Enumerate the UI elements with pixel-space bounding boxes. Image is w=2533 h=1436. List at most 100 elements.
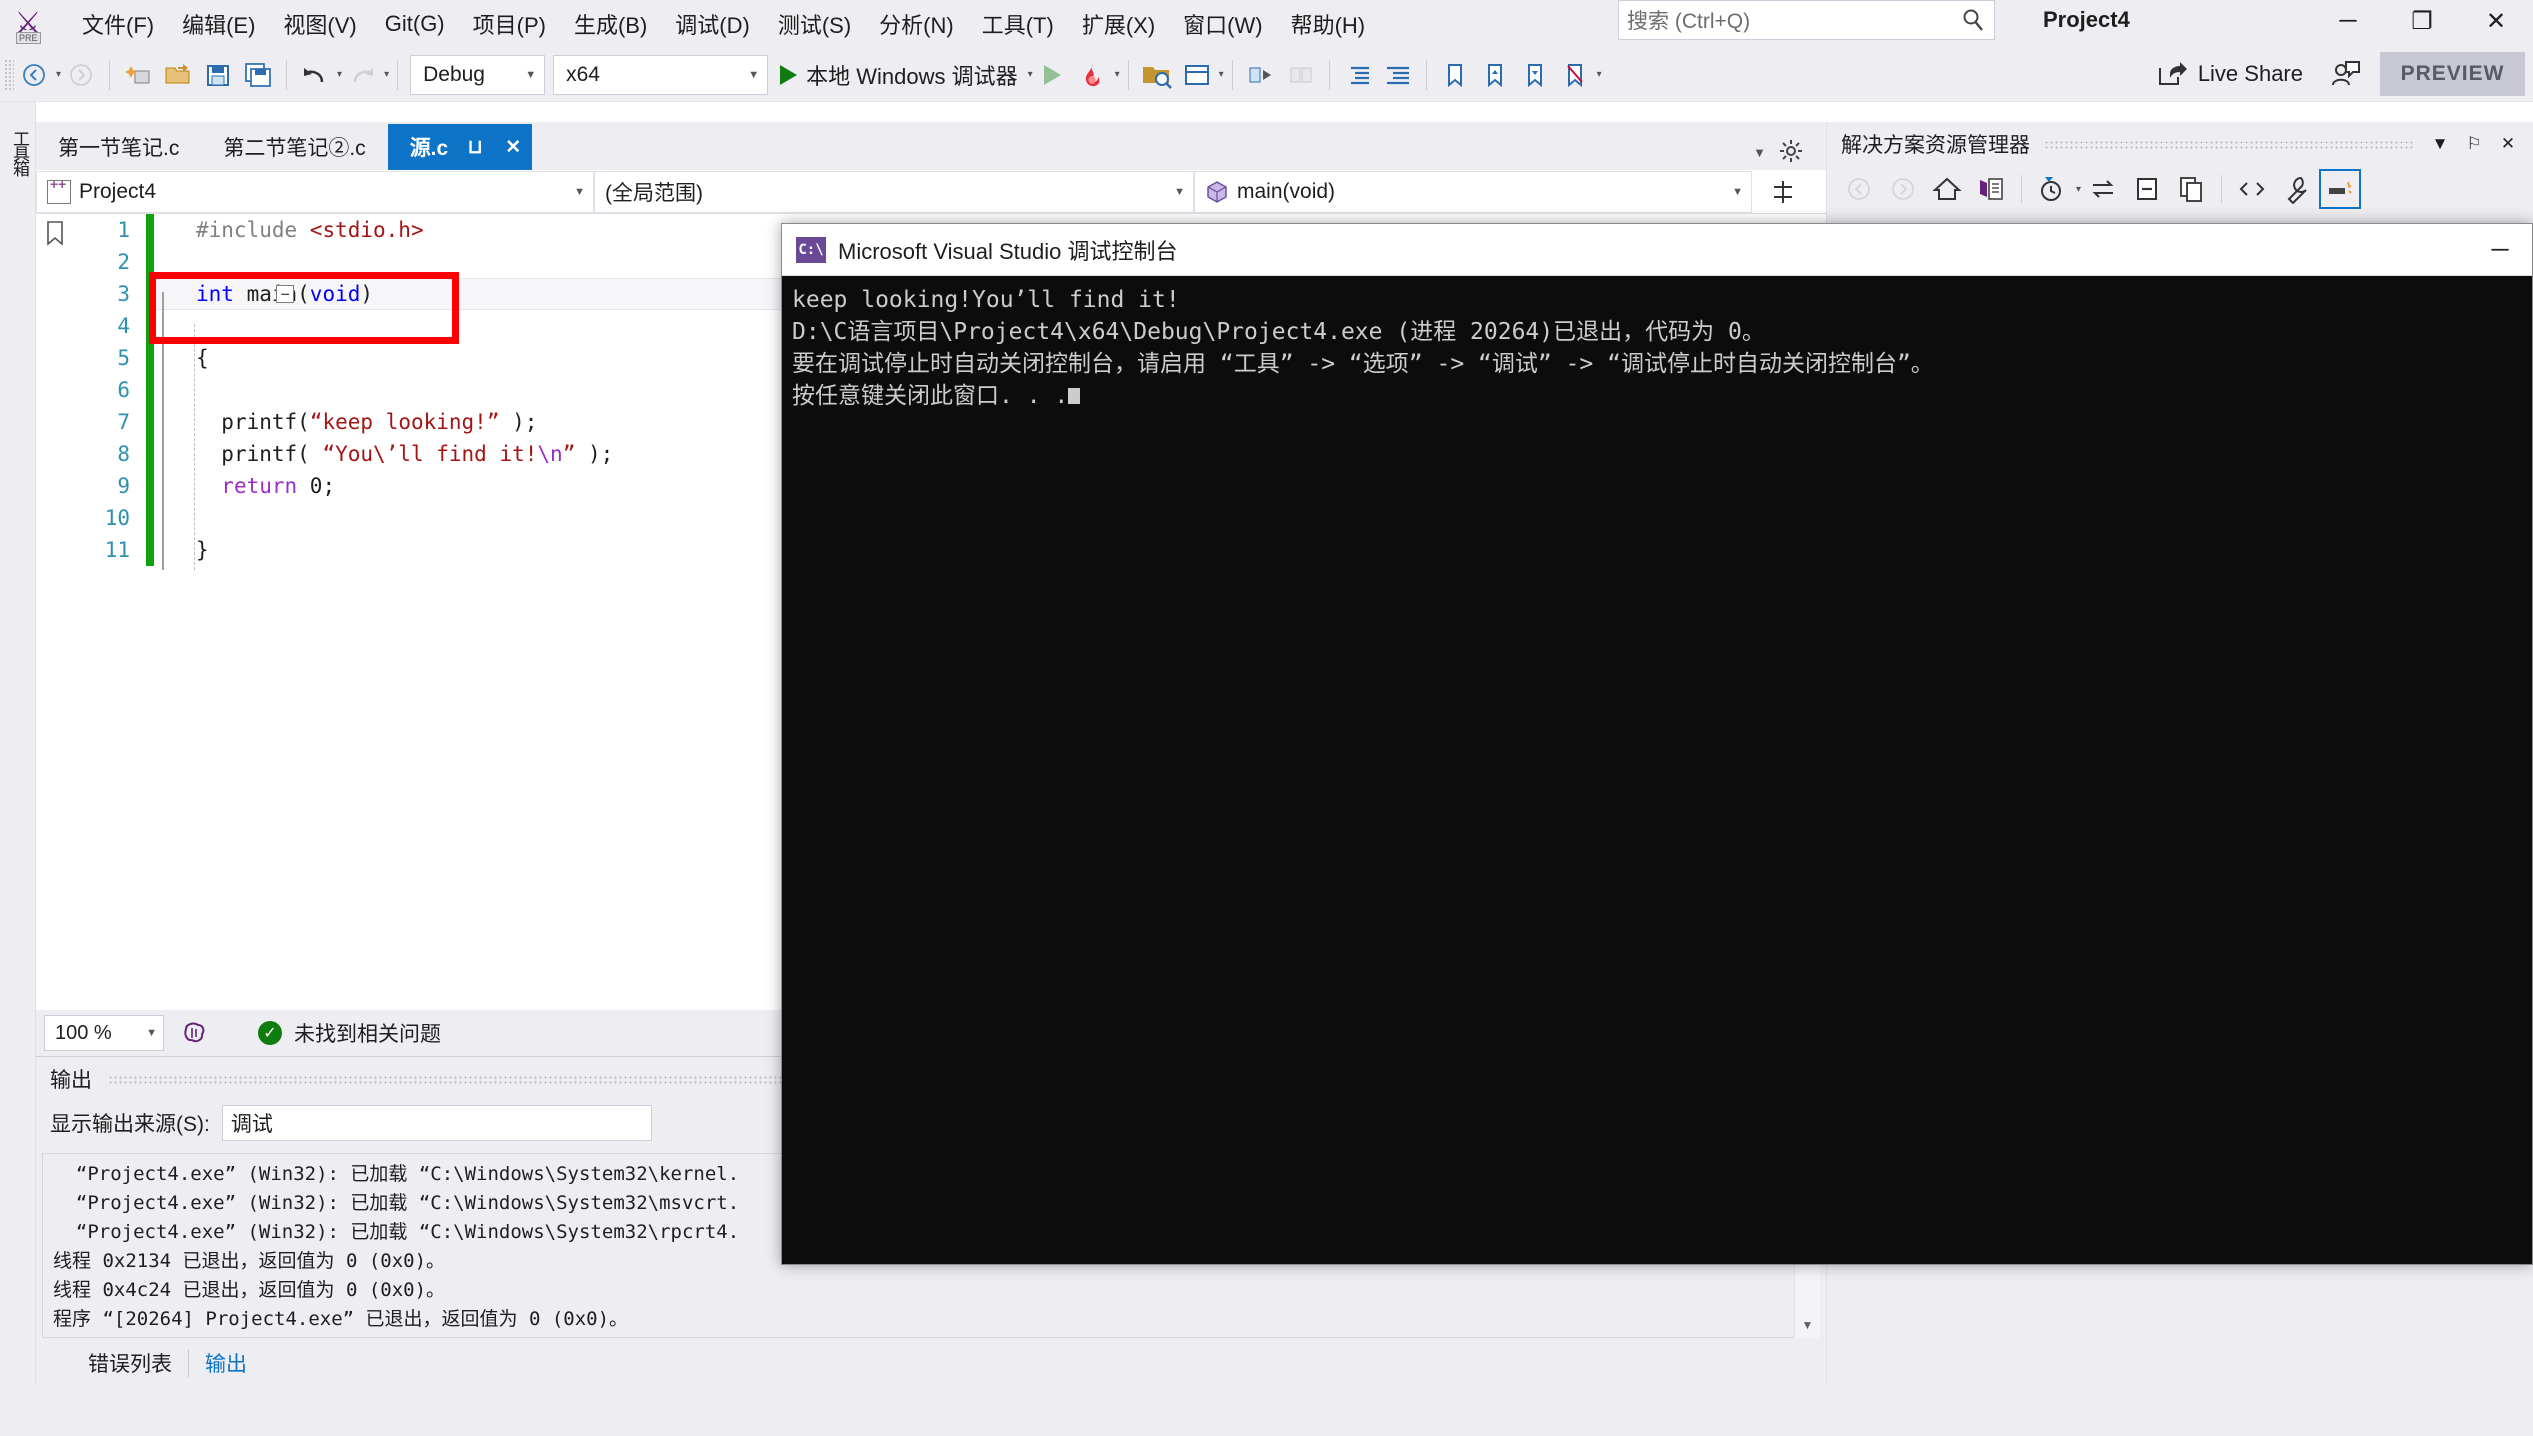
glyph-margin[interactable]: [154, 534, 192, 566]
menu-help[interactable]: 帮助(H): [1277, 2, 1380, 46]
live-share-button[interactable]: Live Share: [2146, 54, 2313, 94]
undo-icon[interactable]: [296, 55, 334, 95]
se-back-icon[interactable]: [1838, 169, 1880, 209]
project-scope-combo[interactable]: Project4 ▼: [36, 170, 594, 213]
scroll-down-arrow-icon[interactable]: ▼: [1795, 1312, 1820, 1338]
new-project-icon[interactable]: [119, 55, 157, 95]
open-file-icon[interactable]: [159, 55, 197, 95]
navigate-backward-button[interactable]: [15, 55, 53, 95]
output-source-combo[interactable]: 调试: [221, 1105, 652, 1141]
glyph-margin[interactable]: [154, 310, 192, 342]
console-title-bar[interactable]: C:\ Microsoft Visual Studio 调试控制台 ─: [782, 224, 2532, 276]
minimize-button[interactable]: ─: [2311, 0, 2385, 42]
menu-build[interactable]: 生成(B): [560, 2, 661, 46]
close-panel-icon[interactable]: ✕: [2491, 127, 2525, 161]
menu-debug[interactable]: 调试(D): [661, 2, 764, 46]
redo-icon[interactable]: [343, 55, 381, 95]
se-history-dropdown-icon[interactable]: ▾: [2076, 184, 2081, 195]
glyph-margin[interactable]: [154, 214, 192, 246]
indent-decrease-icon[interactable]: [1379, 55, 1417, 95]
menu-file[interactable]: 文件(F): [68, 2, 168, 46]
menu-analyze[interactable]: 分析(N): [865, 2, 968, 46]
issue-status[interactable]: ✓ 未找到相关问题: [258, 1018, 441, 1048]
redo-dropdown[interactable]: ▾: [384, 69, 389, 80]
hot-reload-icon[interactable]: [1074, 55, 1112, 95]
tab-error-list[interactable]: 错误列表: [72, 1343, 188, 1383]
tab-source-c[interactable]: 源.c ⊔ ✕: [387, 124, 533, 170]
solution-configuration-combo[interactable]: Debug ▼: [410, 54, 546, 95]
search-in-files-icon[interactable]: [1138, 55, 1176, 95]
split-editor-icon[interactable]: [1752, 170, 1812, 213]
console-minimize-button[interactable]: ─: [2468, 225, 2532, 275]
se-show-all-files-icon[interactable]: [2170, 169, 2212, 209]
glyph-margin[interactable]: [154, 470, 192, 502]
pin-tab-icon[interactable]: ⊔: [464, 136, 486, 159]
console-output[interactable]: keep looking!You’ll find it! D:\C语言项目\Pro…: [782, 276, 2532, 1262]
object-browser-icon[interactable]: [1242, 55, 1280, 95]
glyph-margin[interactable]: [154, 246, 192, 278]
se-forward-icon[interactable]: [1882, 169, 1924, 209]
solution-explorer-drag-dots[interactable]: [2044, 139, 2413, 149]
se-properties-wrench-icon[interactable]: [2275, 169, 2317, 209]
save-file-icon[interactable]: [199, 55, 237, 95]
toggle-bookmark-icon[interactable]: [1436, 55, 1474, 95]
glyph-margin[interactable]: −: [154, 278, 294, 310]
glyph-margin[interactable]: [154, 374, 192, 406]
se-view-code-icon[interactable]: [2231, 169, 2273, 209]
clear-bookmarks-icon[interactable]: [1556, 55, 1594, 95]
menu-tools[interactable]: 工具(T): [968, 2, 1068, 46]
menu-git[interactable]: Git(G): [371, 5, 459, 43]
menu-view[interactable]: 视图(V): [269, 2, 370, 46]
intellicode-brain-icon[interactable]: [172, 1015, 216, 1051]
se-sync-icon[interactable]: [2082, 169, 2124, 209]
tab-first-notes[interactable]: 第一节笔记.c: [36, 124, 202, 170]
tab-second-notes[interactable]: 第二节笔记②.c: [201, 124, 388, 170]
menu-edit[interactable]: 编辑(E): [168, 2, 269, 46]
debug-console-window[interactable]: C:\ Microsoft Visual Studio 调试控制台 ─ keep…: [781, 223, 2533, 1265]
zoom-level-combo[interactable]: 100 % ▼: [44, 1015, 164, 1051]
solution-explorer-dropdown-icon[interactable]: ▼: [2423, 127, 2457, 161]
navigate-forward-button[interactable]: [62, 55, 100, 95]
bookmarks-dropdown[interactable]: ▾: [1597, 69, 1602, 80]
se-collapse-all-icon[interactable]: [2126, 169, 2168, 209]
glyph-margin[interactable]: [154, 342, 192, 374]
pin-panel-icon[interactable]: ⚐: [2457, 127, 2491, 161]
global-scope-combo[interactable]: (全局范围) ▼: [594, 170, 1194, 213]
start-without-debugging-icon[interactable]: [1034, 55, 1072, 95]
collapse-region-icon[interactable]: −: [276, 285, 294, 303]
tab-overflow-chevron-icon[interactable]: ▼: [1753, 145, 1766, 160]
menu-window[interactable]: 窗口(W): [1169, 2, 1276, 46]
se-solution-explorer-toggle-icon[interactable]: [2319, 169, 2362, 209]
window-layout-dropdown[interactable]: ▾: [1219, 69, 1224, 80]
menu-project[interactable]: 项目(P): [459, 2, 560, 46]
send-feedback-icon[interactable]: [2322, 54, 2368, 94]
window-layout-icon[interactable]: [1178, 55, 1216, 95]
start-debugging-button[interactable]: 本地 Windows 调试器: [772, 55, 1025, 95]
close-tab-icon[interactable]: ✕: [502, 136, 524, 159]
indent-increase-icon[interactable]: [1339, 55, 1377, 95]
se-home-icon[interactable]: [1926, 169, 1968, 209]
next-bookmark-icon[interactable]: [1516, 55, 1554, 95]
se-pending-history-icon[interactable]: [2031, 169, 2073, 209]
tab-settings-gear-icon[interactable]: [1778, 138, 1804, 164]
solution-platform-combo[interactable]: x64 ▼: [553, 54, 769, 95]
tab-output[interactable]: 输出: [189, 1343, 263, 1383]
hot-reload-dropdown[interactable]: ▾: [1115, 69, 1120, 80]
menu-extensions[interactable]: 扩展(X): [1068, 2, 1169, 46]
glyph-margin[interactable]: [154, 438, 192, 470]
previous-bookmark-icon[interactable]: [1476, 55, 1514, 95]
navigate-backward-dropdown[interactable]: ▾: [56, 69, 61, 80]
se-pending-changes-icon[interactable]: [1970, 169, 2012, 209]
toolbar-grip-handle[interactable]: [4, 58, 14, 91]
save-all-icon[interactable]: [239, 55, 277, 95]
search-input[interactable]: 搜索 (Ctrl+Q): [1618, 0, 1995, 40]
member-scope-combo[interactable]: main(void) ▼: [1194, 170, 1752, 213]
toolbox-vertical-strip[interactable]: 工具箱: [0, 102, 36, 1386]
maximize-restore-button[interactable]: ❐: [2385, 0, 2459, 42]
close-button[interactable]: ✕: [2459, 0, 2533, 42]
comment-selection-icon[interactable]: [1282, 55, 1320, 95]
menu-test[interactable]: 测试(S): [764, 2, 865, 46]
undo-dropdown[interactable]: ▾: [337, 69, 342, 80]
glyph-margin[interactable]: [154, 406, 192, 438]
start-debugging-dropdown[interactable]: ▾: [1028, 69, 1033, 80]
